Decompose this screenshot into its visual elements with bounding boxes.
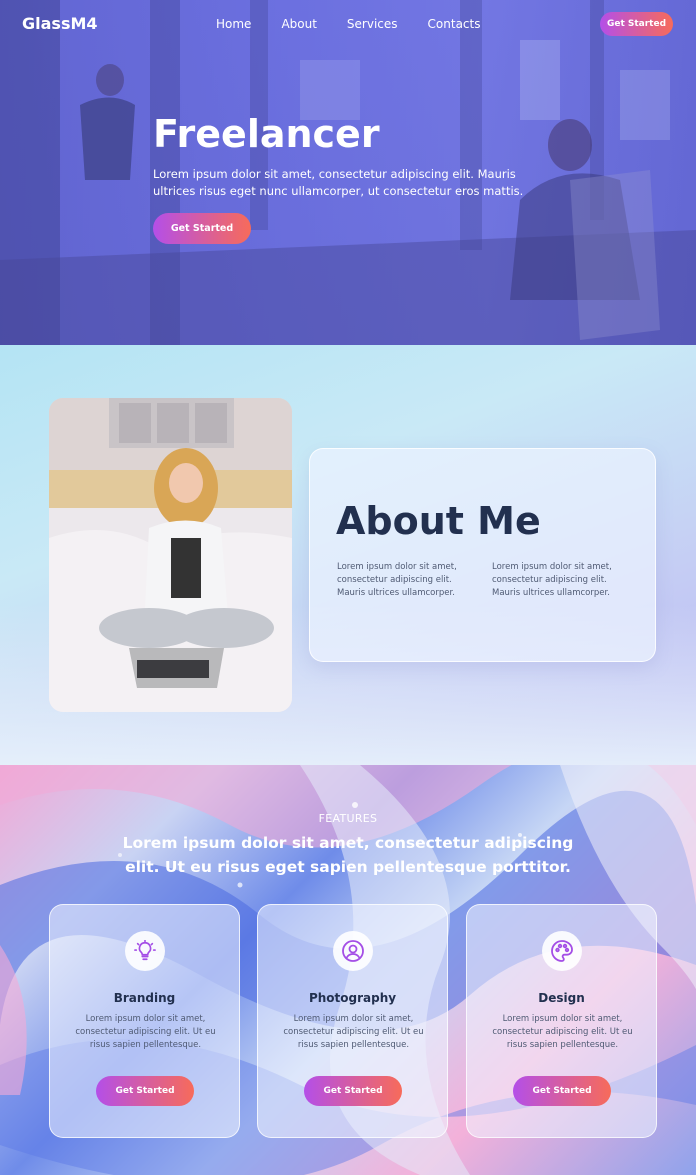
feature-title: Design bbox=[538, 991, 585, 1005]
feature-text: Lorem ipsum dolor sit amet, consectetur … bbox=[283, 1014, 424, 1050]
hero-title: Freelancer bbox=[153, 112, 380, 156]
nav-link-contacts[interactable]: Contacts bbox=[428, 17, 481, 31]
about-card: About Me Lorem ipsum dolor sit amet, con… bbox=[309, 448, 656, 662]
hero-get-started-button[interactable]: Get Started bbox=[153, 213, 251, 244]
feature-text: Lorem ipsum dolor sit amet, consectetur … bbox=[75, 1014, 216, 1050]
feature-card-design: Design Lorem ipsum dolor sit amet, conse… bbox=[466, 904, 657, 1138]
palette-icon bbox=[542, 931, 582, 971]
nav-get-started-button[interactable]: Get Started bbox=[600, 12, 673, 36]
about-text-left: Lorem ipsum dolor sit amet, consectetur … bbox=[337, 562, 457, 598]
about-section: About Me Lorem ipsum dolor sit amet, con… bbox=[0, 345, 696, 765]
feature-title: Photography bbox=[308, 991, 397, 1005]
feature-text: Lorem ipsum dolor sit amet, consectetur … bbox=[492, 1014, 633, 1050]
nav-link-home[interactable]: Home bbox=[216, 17, 251, 31]
nav-link-services[interactable]: Services bbox=[347, 17, 398, 31]
feature-title: Branding bbox=[113, 991, 176, 1005]
brand-logo[interactable]: GlassM4 bbox=[22, 14, 98, 33]
lightbulb-icon bbox=[125, 931, 165, 971]
design-get-started-button[interactable]: Get Started bbox=[513, 1076, 611, 1106]
hero-subtitle: Lorem ipsum dolor sit amet, consectetur … bbox=[153, 167, 524, 198]
nav-link-about[interactable]: About bbox=[281, 17, 316, 31]
main-nav: Home About Services Contacts bbox=[216, 17, 510, 31]
about-photo bbox=[49, 398, 292, 712]
feature-card-photography: Photography Lorem ipsum dolor sit amet, … bbox=[257, 904, 448, 1138]
features-section: FEATURES Lorem ipsum dolor sit amet, con… bbox=[0, 765, 696, 1175]
hero-section: GlassM4 Home About Services Contacts Get… bbox=[0, 0, 696, 345]
features-heading: Lorem ipsum dolor sit amet, consectetur … bbox=[122, 834, 574, 876]
feature-card-branding: Branding Lorem ipsum dolor sit amet, con… bbox=[49, 904, 240, 1138]
about-title: About Me bbox=[336, 499, 541, 543]
photography-get-started-button[interactable]: Get Started bbox=[304, 1076, 402, 1106]
woman-with-laptop-image bbox=[49, 398, 292, 712]
about-text-right: Lorem ipsum dolor sit amet, consectetur … bbox=[492, 562, 612, 598]
branding-get-started-button[interactable]: Get Started bbox=[96, 1076, 194, 1106]
user-icon bbox=[333, 931, 373, 971]
features-label: FEATURES bbox=[318, 812, 378, 825]
